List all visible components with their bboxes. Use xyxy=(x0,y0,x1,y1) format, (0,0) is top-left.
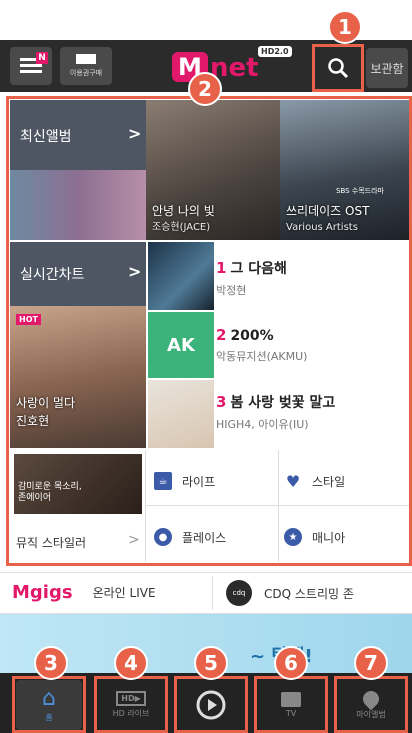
mgigs-logo: Mgigs xyxy=(12,582,73,603)
callout-1: 1 xyxy=(328,10,362,44)
cdq-label: CDQ 스트리밍 존 xyxy=(264,586,354,601)
mgigs-link[interactable]: Mgigs 온라인 LIVE xyxy=(12,582,156,603)
callout-7: 7 xyxy=(354,646,388,680)
menu-icon: N xyxy=(20,52,48,74)
highlight-nav-hd xyxy=(94,676,168,733)
archive-button[interactable]: 보관함 xyxy=(366,48,408,88)
callout-6: 6 xyxy=(274,646,308,680)
callout-3: 3 xyxy=(34,646,68,680)
menu-button[interactable]: N xyxy=(10,47,52,85)
highlight-nav-home xyxy=(12,676,86,733)
highlight-nav-play xyxy=(174,676,248,733)
hd-badge: HD2.0 xyxy=(258,46,292,57)
highlight-nav-tv xyxy=(254,676,328,733)
ticket-label: 이용권구매 xyxy=(69,69,103,77)
row-divider xyxy=(212,576,213,610)
callout-5: 5 xyxy=(194,646,228,680)
ticket-icon xyxy=(76,54,96,64)
ticket-purchase-button[interactable]: 이용권구매 xyxy=(60,47,112,85)
callout-4: 4 xyxy=(114,646,148,680)
callout-2: 2 xyxy=(188,72,222,106)
highlight-nav-myalbum xyxy=(334,676,408,733)
cdq-icon: cdq xyxy=(226,580,252,606)
cdq-link[interactable]: cdq CDQ 스트리밍 존 xyxy=(226,580,354,606)
highlight-search xyxy=(312,44,364,92)
new-badge: N xyxy=(36,52,48,64)
highlight-content xyxy=(6,96,412,566)
online-live-label: 온라인 LIVE xyxy=(92,586,156,600)
